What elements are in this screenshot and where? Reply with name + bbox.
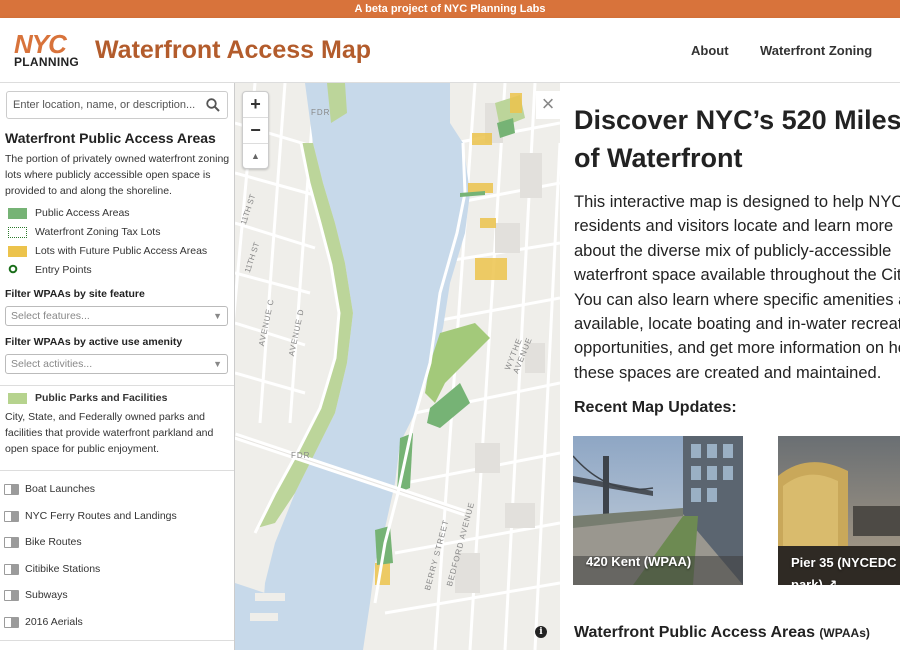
layer-label: Bike Routes [25,536,82,548]
parks-description: City, State, and Federally owned parks a… [5,411,214,455]
compass-icon: ▲ [251,151,260,161]
card-caption-line: Pier 35 (NYCEDC [791,555,897,570]
toggle-switch[interactable] [4,616,19,628]
layer-label: Citibike Stations [25,563,101,575]
parks-swatch [8,392,27,404]
card-caption-line: park) ↗ [791,577,838,585]
toggle-switch[interactable] [4,589,19,601]
divider [0,640,234,641]
layer-toggle-ferry[interactable]: NYC Ferry Routes and Landings [4,508,177,524]
chevron-down-icon: ▼ [213,359,222,369]
toggle-switch[interactable] [4,536,19,548]
divider [0,385,234,386]
activity-select-placeholder: Select activities... [11,358,93,370]
wpaa-heading-text: Waterfront Public Access Areas [574,624,815,641]
info-panel: Discover NYC’s 520 Miles of Waterfront T… [560,83,900,650]
layer-label: NYC Ferry Routes and Landings [25,510,177,522]
legend-label: Public Access Areas [35,207,130,219]
layer-label: 2016 Aerials [25,616,83,628]
parks-label: Public Parks and Facilities [35,392,168,404]
map-zoom-controls: + − ▲ [242,91,269,169]
card-caption: 420 Kent (WPAA) [586,554,692,569]
legend-zoning-tax-lots: Waterfront Zoning Tax Lots [8,224,160,240]
toggle-switch[interactable] [4,483,19,495]
toggle-switch[interactable] [4,510,19,522]
panel-title-line: of Waterfront [574,143,743,173]
search-box [6,91,228,119]
future-access-swatch [8,245,27,257]
nav-about[interactable]: About [691,43,729,58]
filter-amenity-label: Filter WPAAs by active use amenity [5,336,183,348]
layer-label: Subways [25,589,68,601]
legend-label: Lots with Future Public Access Areas [35,245,208,257]
search-input[interactable] [7,92,197,118]
intro-line: waterfront space available throughout th… [574,266,900,285]
intro-text: This interactive map is designed to help… [574,190,900,385]
entry-point-icon [8,264,27,277]
intro-line: opportunities, and get more information … [574,339,900,358]
filter-feature-label: Filter WPAAs by site feature [5,288,145,300]
intro-line: You can also learn where specific amenit… [574,290,900,309]
activity-select[interactable]: Select activities... ▼ [5,354,228,374]
street-label: FDR [311,108,331,117]
feature-select[interactable]: Select features... ▼ [5,306,228,326]
map-info-icon[interactable]: i [535,626,547,638]
wpaa-description: The portion of privately owned waterfron… [5,153,230,197]
legend-label: Waterfront Zoning Tax Lots [35,226,161,238]
panel-title-line: Discover NYC’s 520 Miles [574,105,900,135]
legend-entry-points: Entry Points [8,262,92,278]
logo-planning-text: PLANNING [14,55,80,69]
layer-toggle-boat-launches[interactable]: Boat Launches [4,481,95,497]
wpaa-section-title: Waterfront Public Access Areas [5,130,216,146]
compass-button[interactable]: ▲ [243,144,268,170]
zoom-in-button[interactable]: + [243,92,268,118]
parks-legend: Public Parks and Facilities [8,390,167,406]
chevron-down-icon: ▼ [213,311,222,321]
intro-line: about the diverse mix of publicly-access… [574,241,892,260]
street-label: FDR [291,451,311,460]
divider [0,470,234,471]
intro-line: residents and visitors locate and learn … [574,217,894,236]
legend-future-public-access: Lots with Future Public Access Areas [8,243,207,259]
feature-select-placeholder: Select features... [11,310,90,322]
layer-toggle-subways[interactable]: Subways [4,587,68,603]
layer-toggle-citibike[interactable]: Citibike Stations [4,561,100,577]
layer-toggle-bike-routes[interactable]: Bike Routes [4,534,82,550]
intro-line: these spaces are created and maintained. [574,363,882,382]
tax-lots-swatch [8,226,27,238]
map-canvas[interactable]: FDR 11TH ST 11TH ST AVENUE C AVENUE D FD… [235,83,560,650]
intro-line: This interactive map is designed to help… [574,193,900,211]
app-title[interactable]: Waterfront Access Map [95,36,371,65]
update-card-pier-35[interactable]: Pier 35 (NYCEDC park) ↗ [778,436,900,585]
nyc-planning-logo[interactable]: NYC PLANNING [14,29,84,69]
public-access-swatch [8,207,27,219]
close-panel-button[interactable]: × [536,91,560,119]
card-caption: Pier 35 (NYCEDC park) ↗ [791,552,896,585]
layer-label: Boat Launches [25,483,96,495]
zoom-out-button[interactable]: − [243,118,268,144]
wpaa-heading-suffix: (WPAAs) [819,626,870,640]
nav-waterfront-zoning[interactable]: Waterfront Zoning [760,43,872,58]
app-header: NYC PLANNING Waterfront Access Map About… [0,18,900,83]
sidebar: Waterfront Public Access Areas The porti… [0,83,235,650]
wpaa-section-heading: Waterfront Public Access Areas (WPAAs) [574,624,870,642]
panel-title: Discover NYC’s 520 Miles of Waterfront [574,101,900,177]
layer-toggle-aerials[interactable]: 2016 Aerials [4,614,83,630]
legend-public-access-areas: Public Access Areas [8,205,130,221]
search-icon[interactable] [206,98,220,117]
toggle-switch[interactable] [4,563,19,575]
beta-banner[interactable]: A beta project of NYC Planning Labs [0,0,900,18]
recent-updates-heading: Recent Map Updates: [574,399,737,416]
legend-label: Entry Points [35,264,92,276]
update-card-420-kent[interactable]: 420 Kent (WPAA) [573,436,743,585]
logo-nyc-text: NYC [14,29,67,59]
intro-line: available, locate boating and in-water r… [574,315,900,334]
